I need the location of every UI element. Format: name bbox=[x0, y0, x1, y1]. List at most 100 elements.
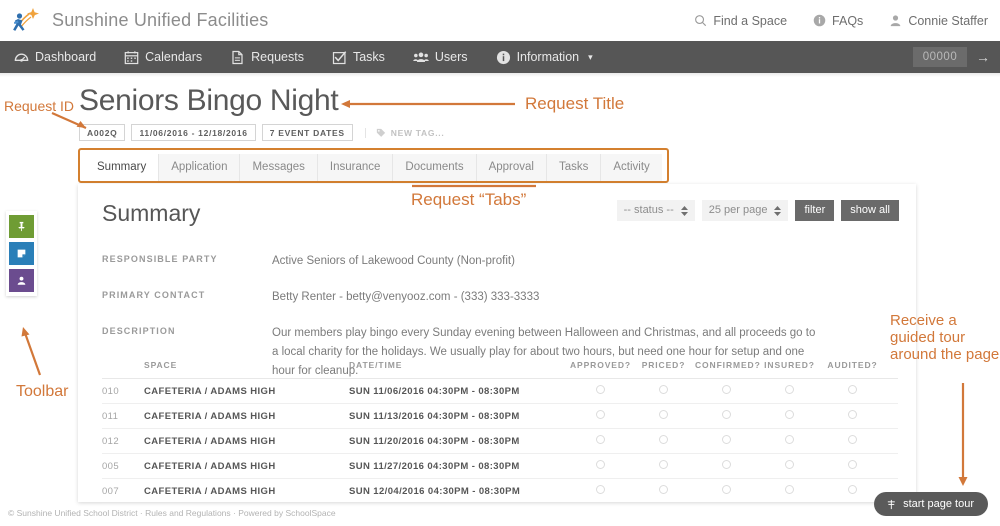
row-insured-toggle[interactable] bbox=[758, 385, 821, 397]
calendar-icon bbox=[124, 50, 139, 64]
nav-label-dashboard: Dashboard bbox=[35, 50, 97, 64]
row-priced-toggle[interactable] bbox=[632, 385, 695, 397]
radio-icon bbox=[596, 385, 605, 394]
row-insured-toggle[interactable] bbox=[758, 460, 821, 472]
toolbar-pin-button[interactable] bbox=[9, 215, 34, 238]
table-row[interactable]: 010 CAFETERIA / ADAMS HIGH SUN 11/06/201… bbox=[102, 379, 898, 404]
quick-jump-go-icon[interactable]: → bbox=[976, 50, 990, 64]
row-id: 011 bbox=[102, 410, 119, 422]
summary-heading: Summary bbox=[102, 200, 201, 226]
toolbar-note-button[interactable] bbox=[9, 242, 34, 265]
row-priced-toggle[interactable] bbox=[632, 485, 695, 497]
note-icon bbox=[17, 249, 26, 258]
event-dates-chip[interactable]: 7 EVENT DATES bbox=[261, 124, 353, 142]
nav-item-users[interactable]: Users bbox=[399, 41, 482, 73]
start-page-tour-button[interactable]: start page tour bbox=[874, 492, 988, 516]
radio-icon bbox=[596, 435, 605, 444]
tab-activity[interactable]: Activity bbox=[601, 154, 662, 181]
row-priced-toggle[interactable] bbox=[632, 460, 695, 472]
row-datetime: SUN 12/04/2016 04:30PM - 08:30PM bbox=[349, 485, 521, 497]
user-account-link[interactable]: Connie Staffer bbox=[889, 14, 988, 28]
row-approved-toggle[interactable] bbox=[569, 435, 632, 447]
show-all-button[interactable]: show all bbox=[841, 200, 899, 221]
radio-icon bbox=[785, 385, 794, 394]
tab-summary[interactable]: Summary bbox=[85, 154, 160, 181]
new-tag-button[interactable]: NEW TAG... bbox=[364, 127, 445, 138]
summary-card: Summary -- status -- 25 per page filter … bbox=[78, 184, 916, 504]
row-audited-toggle[interactable] bbox=[821, 485, 884, 497]
nav-item-requests[interactable]: Requests bbox=[216, 41, 318, 73]
row-approved-toggle[interactable] bbox=[569, 385, 632, 397]
row-priced-toggle[interactable] bbox=[632, 410, 695, 422]
column-header-priced: PRICED? bbox=[641, 360, 686, 370]
row-confirmed-toggle[interactable] bbox=[695, 410, 758, 422]
row-approved-toggle[interactable] bbox=[569, 460, 632, 472]
tab-application[interactable]: Application bbox=[159, 154, 241, 181]
quick-jump-input[interactable] bbox=[913, 47, 967, 67]
row-audited-toggle[interactable] bbox=[821, 385, 884, 397]
field-value: Active Seniors of Lakewood County (Non-p… bbox=[272, 255, 515, 267]
row-insured-toggle[interactable] bbox=[758, 435, 821, 447]
radio-icon bbox=[659, 485, 668, 494]
annotation-request-tabs: Request “Tabs” bbox=[411, 190, 527, 209]
new-tag-label: NEW TAG... bbox=[390, 127, 445, 138]
nav-item-tasks[interactable]: Tasks bbox=[318, 41, 399, 73]
radio-icon bbox=[848, 460, 857, 469]
tab-insurance[interactable]: Insurance bbox=[317, 154, 394, 181]
date-range-chip[interactable]: 11/06/2016 - 12/18/2016 bbox=[131, 124, 256, 142]
row-confirmed-toggle[interactable] bbox=[695, 485, 758, 497]
row-confirmed-toggle[interactable] bbox=[695, 435, 758, 447]
row-priced-toggle[interactable] bbox=[632, 435, 695, 447]
row-confirmed-toggle[interactable] bbox=[695, 460, 758, 472]
start-page-tour-label: start page tour bbox=[903, 498, 974, 510]
left-toolbar bbox=[6, 211, 37, 296]
table-row[interactable]: 007 CAFETERIA / ADAMS HIGH SUN 12/04/201… bbox=[102, 479, 898, 504]
column-header-space: SPACE bbox=[144, 360, 178, 370]
tab-documents[interactable]: Documents bbox=[393, 154, 477, 181]
row-confirmed-toggle[interactable] bbox=[695, 385, 758, 397]
annotation-toolbar: Toolbar bbox=[16, 383, 69, 400]
radio-icon bbox=[659, 410, 668, 419]
row-datetime: SUN 11/20/2016 04:30PM - 08:30PM bbox=[349, 435, 520, 447]
request-id-chip[interactable]: A002Q bbox=[79, 124, 126, 142]
row-insured-toggle[interactable] bbox=[758, 410, 821, 422]
filter-button[interactable]: filter bbox=[795, 200, 835, 221]
status-select[interactable]: -- status -- bbox=[616, 200, 695, 221]
radio-icon bbox=[596, 485, 605, 494]
tab-approval[interactable]: Approval bbox=[476, 154, 547, 181]
row-audited-toggle[interactable] bbox=[821, 435, 884, 447]
row-audited-toggle[interactable] bbox=[821, 460, 884, 472]
per-page-select-value: 25 per page bbox=[708, 204, 768, 216]
row-audited-toggle[interactable] bbox=[821, 410, 884, 422]
radio-icon bbox=[722, 435, 731, 444]
per-page-select[interactable]: 25 per page bbox=[701, 200, 789, 221]
footer: © Sunshine Unified School District · Rul… bbox=[8, 508, 336, 518]
row-approved-toggle[interactable] bbox=[569, 410, 632, 422]
nav-item-calendars[interactable]: Calendars bbox=[110, 41, 216, 73]
table-row[interactable]: 012 CAFETERIA / ADAMS HIGH SUN 11/20/201… bbox=[102, 429, 898, 454]
tag-icon bbox=[376, 128, 385, 137]
field-primary-contact: PRIMARY CONTACT Betty Renter - betty@ven… bbox=[102, 288, 896, 307]
row-approved-toggle[interactable] bbox=[569, 485, 632, 497]
row-insured-toggle[interactable] bbox=[758, 485, 821, 497]
logo[interactable] bbox=[0, 6, 52, 36]
column-header-insured: INSURED? bbox=[764, 360, 815, 370]
column-header-datetime: DATE/TIME bbox=[349, 360, 403, 370]
radio-icon bbox=[722, 485, 731, 494]
table-row[interactable]: 011 CAFETERIA / ADAMS HIGH SUN 11/13/201… bbox=[102, 404, 898, 429]
tab-messages[interactable]: Messages bbox=[240, 154, 318, 181]
faqs-link[interactable]: FAQs bbox=[813, 14, 863, 28]
tab-tasks[interactable]: Tasks bbox=[546, 154, 602, 181]
annotation-tour: Receive a guided tour around the page bbox=[890, 312, 1000, 363]
radio-icon bbox=[659, 385, 668, 394]
table-row[interactable]: 005 CAFETERIA / ADAMS HIGH SUN 11/27/201… bbox=[102, 454, 898, 479]
nav-shadow bbox=[0, 73, 1000, 77]
toolbar-person-button[interactable] bbox=[9, 269, 34, 292]
column-header-approved: APPROVED? bbox=[570, 360, 631, 370]
find-a-space-link[interactable]: Find a Space bbox=[694, 14, 787, 28]
nav-item-dashboard[interactable]: Dashboard bbox=[0, 41, 110, 73]
nav-item-information[interactable]: Information ▾ bbox=[482, 41, 607, 73]
nav-label-requests: Requests bbox=[251, 50, 304, 64]
running-star-logo-icon bbox=[13, 7, 39, 31]
nav-label-calendars: Calendars bbox=[145, 50, 203, 64]
